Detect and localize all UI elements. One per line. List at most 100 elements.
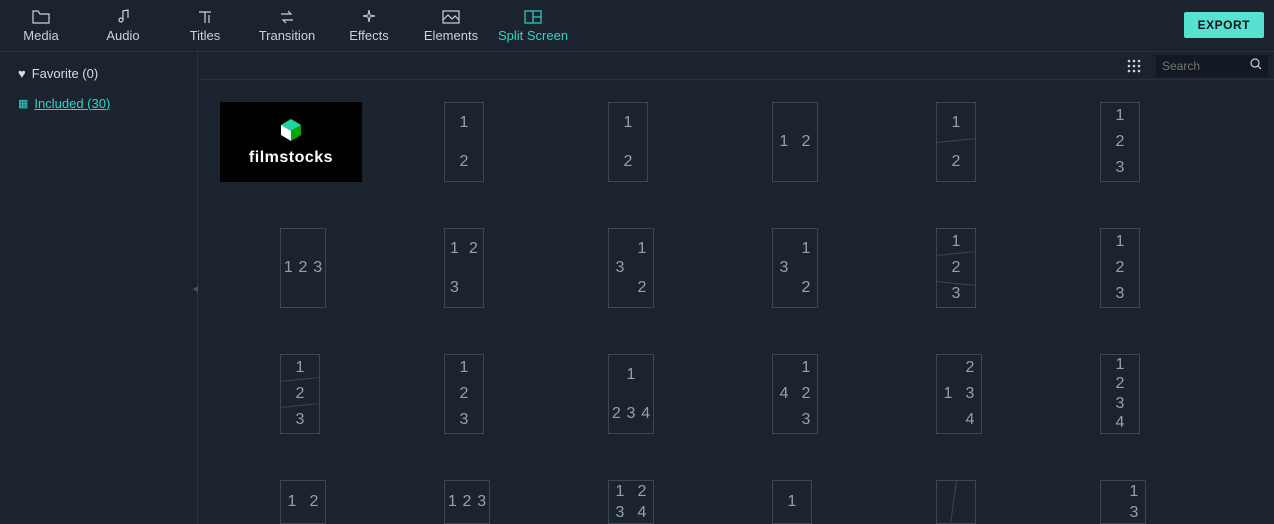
layout-region: 2 bbox=[281, 381, 319, 407]
split-layout-thumb[interactable]: 12 bbox=[280, 480, 326, 524]
tab-elements[interactable]: Elements bbox=[410, 0, 492, 51]
split-layout-thumb[interactable]: 132 bbox=[772, 228, 818, 308]
split-layout-thumb[interactable]: 12 bbox=[772, 102, 818, 182]
tab-label: Titles bbox=[190, 28, 221, 43]
search-box[interactable] bbox=[1156, 55, 1268, 77]
layout-region: 1 bbox=[795, 355, 817, 381]
layout-cell: 1234 bbox=[876, 354, 1040, 480]
layout-region: 3 bbox=[773, 229, 795, 307]
layout-cell: 12 bbox=[220, 480, 384, 524]
layout-cell: 123 bbox=[220, 228, 384, 354]
split-layout-thumb[interactable]: 1234 bbox=[608, 480, 654, 524]
layout-cell: 132 bbox=[712, 228, 876, 354]
tab-label: Transition bbox=[259, 28, 316, 43]
split-layout-thumb[interactable]: 12 bbox=[608, 102, 648, 182]
search-input[interactable] bbox=[1162, 59, 1242, 73]
layout-region: 1 bbox=[773, 103, 795, 181]
layout-region: 2 bbox=[1101, 255, 1139, 281]
sidebar-item-included[interactable]: ▦ Included (30) bbox=[0, 88, 197, 118]
top-toolbar: Media Audio Titles Transition Effects El… bbox=[0, 0, 1274, 52]
layout-region bbox=[1101, 481, 1123, 523]
split-layout-thumb[interactable]: 123 bbox=[936, 228, 976, 308]
split-layout-thumb[interactable]: 12 bbox=[444, 102, 484, 182]
split-layout-thumb[interactable]: 1234 bbox=[608, 354, 654, 434]
layout-region: 3 bbox=[1123, 502, 1145, 523]
split-layout-thumb[interactable]: 123 bbox=[280, 354, 320, 434]
split-layout-thumb[interactable]: 123 bbox=[1100, 228, 1140, 308]
layout-region bbox=[956, 481, 975, 523]
layout-region: 3 bbox=[609, 229, 631, 307]
tab-effects[interactable]: Effects bbox=[328, 0, 410, 51]
sidebar-item-favorite[interactable]: ♥ Favorite (0) bbox=[0, 58, 197, 88]
layout-region: 1 bbox=[609, 103, 647, 142]
layout-region: 2 bbox=[296, 229, 311, 307]
layout-region: 1 bbox=[445, 481, 460, 523]
layout-region: 3 bbox=[474, 481, 489, 523]
layout-region: 1 bbox=[937, 229, 975, 255]
split-layout-thumb[interactable]: 123 bbox=[444, 354, 484, 434]
tab-titles[interactable]: Titles bbox=[164, 0, 246, 51]
layout-region: 2 bbox=[959, 355, 981, 381]
layout-region: 1 bbox=[609, 355, 653, 394]
text-icon bbox=[197, 8, 213, 26]
sparkle-icon bbox=[361, 8, 377, 26]
split-layout-thumb[interactable]: 123 bbox=[444, 480, 490, 524]
sidebar-item-label: Favorite (0) bbox=[32, 66, 98, 81]
layout-region: 1 bbox=[1101, 229, 1139, 255]
layout-region: 2 bbox=[1101, 129, 1139, 155]
layout-region: 2 bbox=[464, 229, 483, 268]
split-layout-thumb[interactable]: 123 bbox=[444, 228, 484, 308]
picture-icon bbox=[442, 8, 460, 26]
split-layout-thumb[interactable]: 1 bbox=[772, 480, 812, 524]
split-layout-thumb[interactable]: 1423 bbox=[772, 354, 818, 434]
layouts-grid-area: filmstocks121212121231231231321321231231… bbox=[198, 80, 1274, 524]
export-button[interactable]: EXPORT bbox=[1184, 12, 1264, 38]
tab-split-screen[interactable]: Split Screen bbox=[492, 0, 574, 51]
layout-region: 3 bbox=[624, 394, 639, 433]
view-grid-toggle[interactable] bbox=[1122, 54, 1146, 78]
layout-region: 2 bbox=[631, 481, 653, 502]
layout-region: 1 bbox=[631, 229, 653, 268]
layout-region: 2 bbox=[445, 142, 483, 181]
layout-region: 2 bbox=[795, 268, 817, 307]
split-layout-thumb[interactable]: 123 bbox=[1100, 102, 1140, 182]
tab-label: Split Screen bbox=[498, 28, 568, 43]
layout-cell: 1234 bbox=[1040, 354, 1204, 480]
layout-region: 3 bbox=[281, 407, 319, 433]
folder-icon bbox=[32, 8, 50, 26]
layout-region: 2 bbox=[795, 381, 817, 407]
split-layout-thumb[interactable]: 132 bbox=[608, 228, 654, 308]
main-top-bar bbox=[198, 52, 1274, 80]
layout-region: 2 bbox=[937, 255, 975, 281]
layout-region: 3 bbox=[937, 281, 975, 307]
layout-cell bbox=[876, 480, 1040, 524]
split-layout-thumb[interactable]: 1234 bbox=[936, 354, 982, 434]
tab-transition[interactable]: Transition bbox=[246, 0, 328, 51]
split-layout-thumb[interactable]: 12 bbox=[936, 102, 976, 182]
layout-cell: 123 bbox=[384, 354, 548, 480]
layout-region: 2 bbox=[631, 268, 653, 307]
split-layout-thumb[interactable] bbox=[936, 480, 976, 524]
filmstocks-logo-tile[interactable]: filmstocks bbox=[220, 102, 362, 182]
layout-cell: 1234 bbox=[548, 480, 712, 524]
heart-icon: ♥ bbox=[18, 66, 26, 81]
tab-label: Elements bbox=[424, 28, 478, 43]
layout-region: 3 bbox=[310, 229, 325, 307]
tab-media[interactable]: Media bbox=[0, 0, 82, 51]
layout-cell: 123 bbox=[1040, 102, 1204, 228]
main-panel: filmstocks121212121231231231321321231231… bbox=[198, 52, 1274, 524]
layout-region: 1 bbox=[937, 103, 975, 142]
layout-icon bbox=[524, 8, 542, 26]
split-layout-thumb[interactable]: 123 bbox=[280, 228, 326, 308]
layout-region: 2 bbox=[1101, 375, 1139, 395]
tab-label: Effects bbox=[349, 28, 389, 43]
layout-region: 4 bbox=[959, 407, 981, 433]
layout-region: 2 bbox=[795, 103, 817, 181]
split-layout-thumb[interactable]: 13 bbox=[1100, 480, 1146, 524]
split-layout-thumb[interactable]: 1234 bbox=[1100, 354, 1140, 434]
layout-region: 4 bbox=[773, 355, 795, 433]
layout-cell: 13 bbox=[1040, 480, 1204, 524]
layout-cell: 12 bbox=[384, 102, 548, 228]
tab-audio[interactable]: Audio bbox=[82, 0, 164, 51]
layout-region: 2 bbox=[609, 142, 647, 181]
